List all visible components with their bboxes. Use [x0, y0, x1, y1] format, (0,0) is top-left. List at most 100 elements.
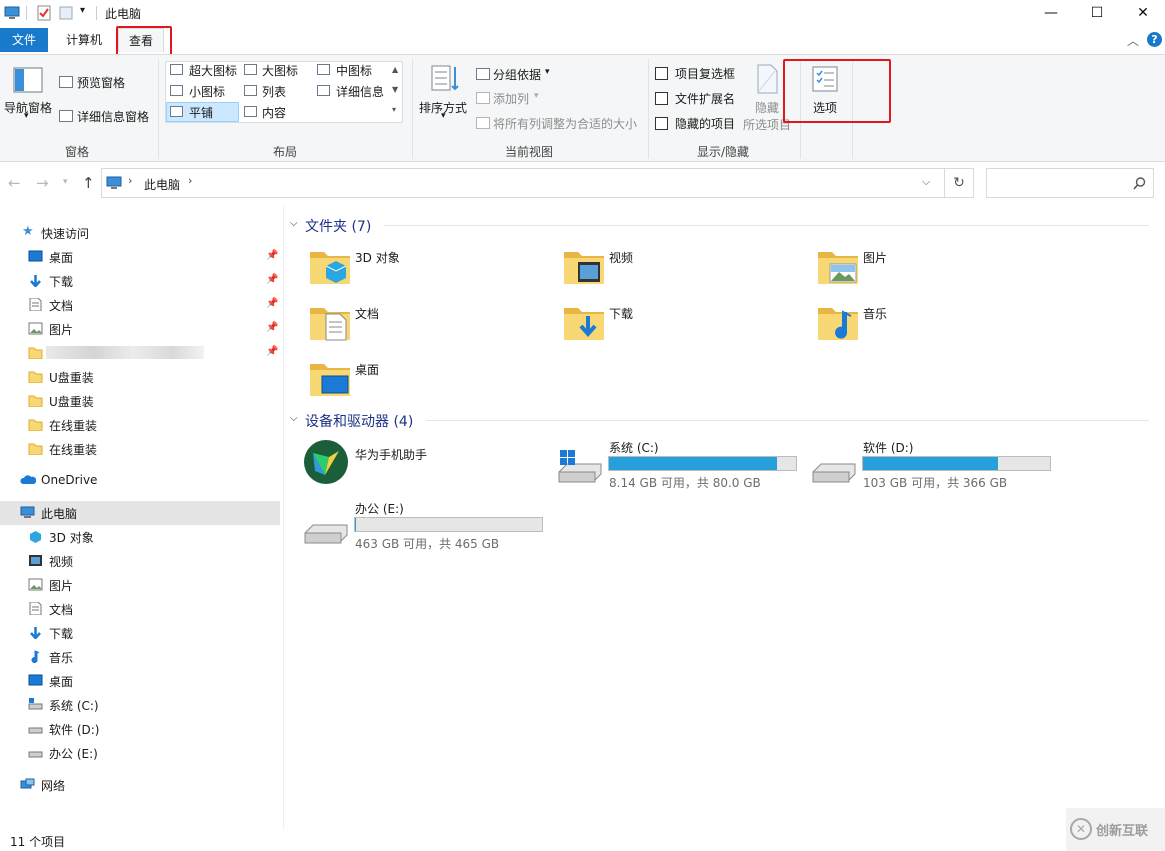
scroll-down-icon[interactable]: ▼: [392, 85, 398, 94]
nav-pc-item[interactable]: 文档: [0, 597, 280, 621]
forward-button[interactable]: →: [36, 174, 49, 192]
pin-icon[interactable]: 📌: [266, 322, 278, 333]
nav-label: 网络: [41, 779, 66, 793]
pin-icon[interactable]: 📌: [266, 250, 278, 261]
drive-tile-e[interactable]: 办公 (E:) 463 GB 可用，共 465 GB: [300, 497, 560, 551]
layout-list[interactable]: 列表: [262, 83, 286, 100]
nav-pc-item[interactable]: 系统 (C:): [0, 693, 280, 717]
folder-tile[interactable]: 文档: [298, 298, 548, 348]
properties-icon[interactable]: [36, 5, 52, 21]
folder-tile[interactable]: 3D 对象: [298, 242, 548, 292]
collapse-ribbon-icon[interactable]: ︿: [1127, 32, 1139, 49]
tab-computer[interactable]: 计算机: [56, 28, 112, 52]
nav-pc-item[interactable]: 图片: [0, 573, 280, 597]
medium-icons-icon: [317, 64, 330, 75]
nav-label: 文档: [49, 299, 74, 313]
drive-tile-d[interactable]: 软件 (D:) 103 GB 可用，共 366 GB: [808, 436, 1068, 490]
back-button[interactable]: ←: [8, 174, 21, 192]
nav-quick-item[interactable]: 下载 📌: [0, 269, 280, 293]
nav-quick-item[interactable]: U盘重装: [0, 365, 280, 389]
nav-pc-item[interactable]: 软件 (D:): [0, 717, 280, 741]
folder-tile[interactable]: 音乐: [806, 298, 1056, 348]
nav-quick-item[interactable]: 桌面 📌: [0, 245, 280, 269]
folder-name: 视频: [609, 251, 634, 265]
item-checkboxes-checkbox[interactable]: [655, 67, 668, 80]
nav-pc-item[interactable]: 视频: [0, 549, 280, 573]
preview-pane-button[interactable]: 预览窗格: [77, 74, 125, 91]
hide-selected-button[interactable]: 隐藏: [755, 99, 779, 116]
computer-icon[interactable]: [4, 5, 20, 21]
cube-3d-icon: [308, 244, 350, 288]
nav-label: 图片: [49, 323, 74, 337]
minimize-button[interactable]: —: [1028, 0, 1074, 26]
chevron-down-icon: ▾: [441, 111, 446, 121]
file-extensions-checkbox[interactable]: [655, 92, 668, 105]
add-columns-button[interactable]: 添加列: [493, 90, 529, 107]
maximize-button[interactable]: ☐: [1074, 0, 1120, 26]
ribbon-tabs: 文件 计算机 查看 ︿ ?: [0, 26, 1165, 54]
nav-this-pc[interactable]: 此电脑: [0, 501, 280, 525]
watermark: ✕ 创新互联: [1066, 808, 1165, 851]
address-input[interactable]: › 此电脑 › ⌵: [101, 168, 945, 198]
scroll-up-icon[interactable]: ▲: [392, 65, 398, 74]
nav-pc-item[interactable]: 桌面: [0, 669, 280, 693]
nav-quick-item[interactable]: 文档 📌: [0, 293, 280, 317]
nav-quick-item[interactable]: 📌: [0, 341, 280, 365]
folder-tile[interactable]: 桌面: [298, 354, 548, 404]
pin-icon[interactable]: 📌: [266, 274, 278, 285]
nav-network[interactable]: 网络: [0, 773, 280, 797]
details-pane-button[interactable]: 详细信息窗格: [77, 108, 149, 125]
nav-quick-item[interactable]: U盘重装: [0, 389, 280, 413]
collapse-group-icon[interactable]: ⌵: [290, 413, 298, 424]
nav-pc-item[interactable]: 音乐: [0, 645, 280, 669]
layout-details[interactable]: 详细信息: [336, 83, 384, 100]
layout-large-icons[interactable]: 大图标: [262, 62, 298, 79]
layout-extra-large-icons[interactable]: 超大图标: [189, 62, 237, 79]
drive-tile-c[interactable]: 系统 (C:) 8.14 GB 可用，共 80.0 GB: [554, 436, 814, 490]
nav-quick-item[interactable]: 在线重装: [0, 437, 280, 461]
folder-name: 文档: [355, 307, 380, 321]
nav-pc-item[interactable]: 下载: [0, 621, 280, 645]
layout-medium-icons[interactable]: 中图标: [336, 62, 372, 79]
search-input[interactable]: [986, 168, 1154, 198]
pin-icon[interactable]: 📌: [266, 298, 278, 309]
folder-tile[interactable]: 图片: [806, 242, 1056, 292]
collapse-group-icon[interactable]: ⌵: [290, 218, 298, 229]
folders-group-header[interactable]: 文件夹 (7): [305, 216, 371, 236]
device-tile-phone[interactable]: 华为手机助手: [298, 436, 558, 490]
layout-content[interactable]: 内容: [262, 104, 286, 121]
breadcrumb-separator-icon: ›: [128, 174, 133, 187]
content-icon: [244, 106, 257, 117]
nav-quick-item[interactable]: 图片 📌: [0, 317, 280, 341]
nav-label: 下载: [49, 627, 74, 641]
folder-tile[interactable]: 视频: [552, 242, 802, 292]
add-columns-icon: [476, 92, 490, 104]
nav-pc-item[interactable]: 3D 对象: [0, 525, 280, 549]
close-button[interactable]: ✕: [1120, 0, 1165, 26]
new-folder-icon[interactable]: [58, 5, 74, 21]
nav-label: OneDrive: [41, 473, 98, 487]
nav-quick-item[interactable]: 在线重装: [0, 413, 280, 437]
hidden-items-checkbox[interactable]: [655, 117, 668, 130]
devices-group-header[interactable]: 设备和驱动器 (4): [305, 411, 413, 431]
nav-pc-item[interactable]: 办公 (E:): [0, 741, 280, 765]
nav-quick-access[interactable]: ★ 快速访问: [0, 221, 280, 245]
layout-tiles[interactable]: 平铺: [189, 104, 213, 121]
refresh-button[interactable]: ↻: [945, 168, 974, 198]
layout-small-icons[interactable]: 小图标: [189, 83, 225, 100]
address-dropdown-icon[interactable]: ⌵: [922, 175, 930, 189]
up-button[interactable]: ↑: [82, 174, 95, 192]
nav-onedrive[interactable]: OneDrive: [0, 469, 280, 493]
folder-tile[interactable]: 下载: [552, 298, 802, 348]
music-icon: [816, 300, 858, 344]
help-icon[interactable]: ?: [1147, 32, 1162, 47]
tab-file[interactable]: 文件: [0, 28, 48, 52]
gallery-expand-icon[interactable]: ▾: [392, 105, 396, 114]
size-all-columns-button[interactable]: 将所有列调整为合适的大小: [493, 115, 637, 132]
breadcrumb-this-pc[interactable]: 此电脑: [144, 176, 180, 193]
folder-name: 音乐: [863, 307, 888, 321]
pin-icon[interactable]: 📌: [266, 346, 278, 357]
quick-access-dropdown-icon[interactable]: ▾: [80, 5, 85, 16]
recent-locations-dropdown[interactable]: ▾: [63, 177, 68, 187]
group-by-button[interactable]: 分组依据: [493, 66, 541, 83]
